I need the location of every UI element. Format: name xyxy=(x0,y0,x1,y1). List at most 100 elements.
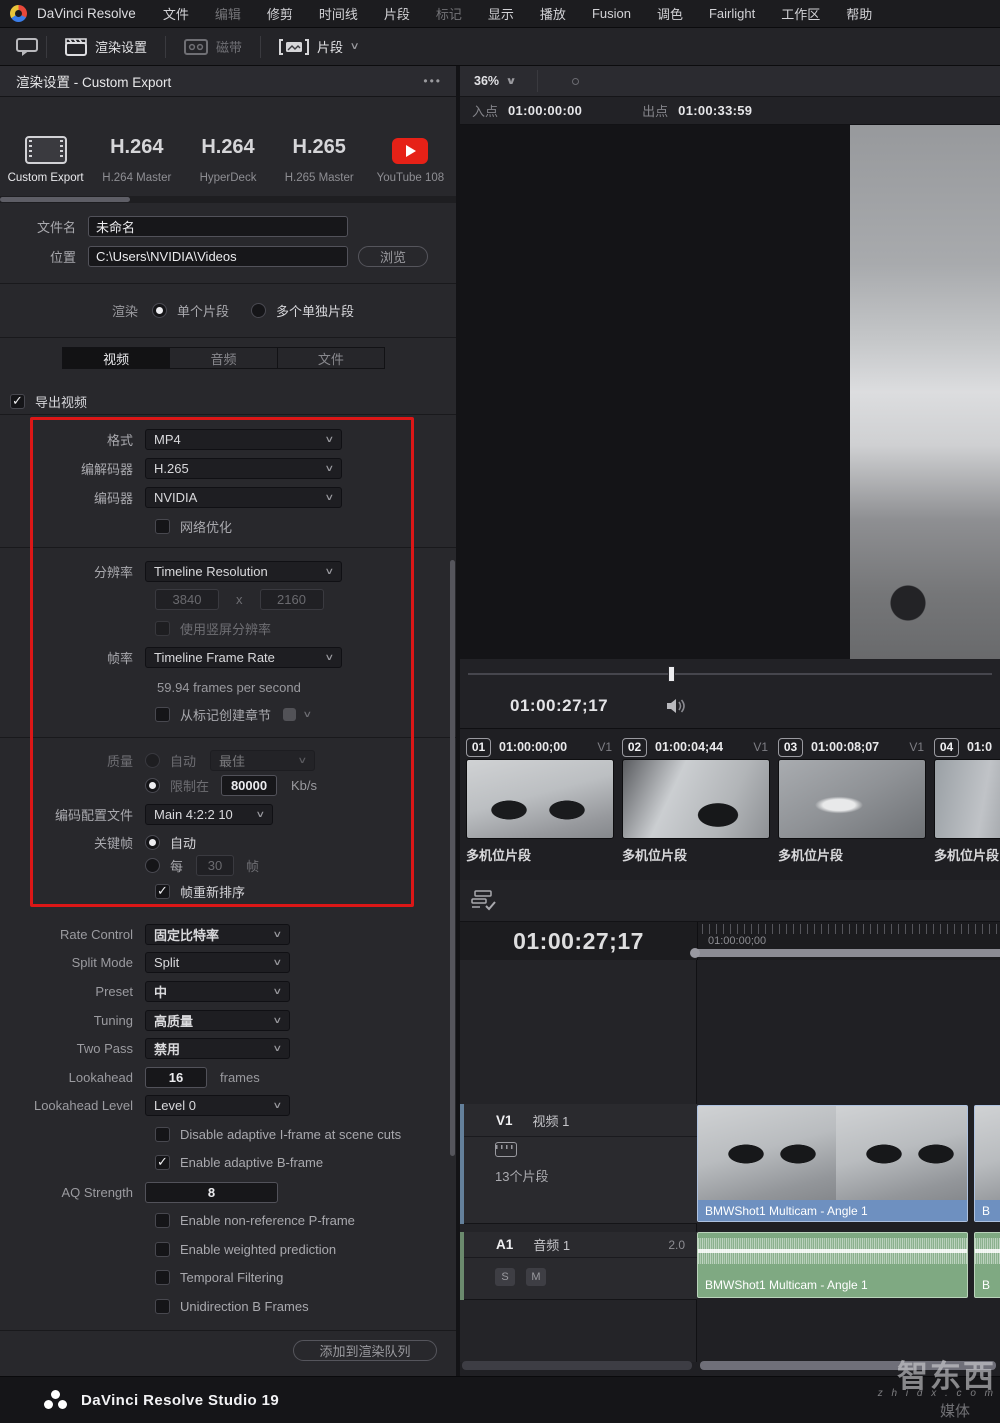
audio-clip[interactable]: BMWShot1 Multicam - Angle 1 xyxy=(697,1232,968,1298)
aq-strength-input[interactable] xyxy=(145,1182,278,1203)
tape-button[interactable]: 磁带 xyxy=(174,28,252,65)
marker-color-icon[interactable] xyxy=(283,708,296,721)
timeline-ruler[interactable]: 01:00:00;00 xyxy=(697,922,1000,960)
speaker-icon[interactable] xyxy=(666,698,686,714)
filename-input[interactable] xyxy=(88,216,348,237)
tuning-select[interactable]: 高质量 ∨ xyxy=(145,1010,290,1031)
menu-item-help[interactable]: 帮助 xyxy=(833,4,885,23)
resolution-width-input[interactable] xyxy=(155,589,219,610)
viewer-scrubber[interactable] xyxy=(460,659,1000,683)
video-viewer[interactable] xyxy=(460,125,1000,659)
menu-item-file[interactable]: 文件 xyxy=(150,4,202,23)
render-panel-scrollbar[interactable] xyxy=(450,560,455,1156)
rate-control-select[interactable]: 固定比特率 ∨ xyxy=(145,924,290,945)
export-video-checkbox[interactable] xyxy=(10,394,25,409)
app-logo-icon[interactable] xyxy=(10,5,27,22)
single-viewer-icon[interactable] xyxy=(16,38,38,56)
mute-button[interactable]: M xyxy=(526,1268,546,1286)
preset-custom-export[interactable]: Custom Export xyxy=(0,110,91,190)
clip-thumbnail[interactable] xyxy=(934,759,1000,839)
video-clip-partial[interactable]: B xyxy=(974,1105,1000,1222)
tab-video[interactable]: 视频 xyxy=(63,348,170,368)
scrubber-playhead[interactable] xyxy=(668,666,675,682)
chevron-down-icon[interactable]: ∨ xyxy=(302,709,312,720)
preset-youtube[interactable]: YouTube 108 xyxy=(365,110,456,190)
keyframes-every-radio[interactable] xyxy=(145,858,160,873)
multicam-clip-2[interactable]: 02 01:00:04;44 V1 多机位片段 xyxy=(622,735,770,880)
track-header-scrollbar[interactable] xyxy=(462,1361,692,1370)
multicam-clip-3[interactable]: 03 01:00:08;07 V1 多机位片段 xyxy=(778,735,926,880)
menu-item-trim[interactable]: 修剪 xyxy=(254,4,306,23)
video-clip[interactable]: BMWShot1 Multicam - Angle 1 xyxy=(697,1105,968,1222)
adaptive-iframe-checkbox[interactable] xyxy=(155,1127,170,1142)
add-to-render-queue-button[interactable]: 添加到渲染队列 xyxy=(293,1340,437,1361)
network-optimization-checkbox[interactable] xyxy=(155,519,170,534)
adaptive-bframe-checkbox[interactable] xyxy=(155,1155,170,1170)
quality-auto-select[interactable]: 最佳 ∨ xyxy=(210,750,315,771)
menu-item-clip[interactable]: 片段 xyxy=(371,4,423,23)
menu-item-playback[interactable]: 播放 xyxy=(527,4,579,23)
encoding-profile-select[interactable]: Main 4:2:2 10 ∨ xyxy=(145,804,273,825)
timeline-horizontal-scrollbar[interactable] xyxy=(700,1361,996,1370)
menu-item-edit[interactable]: 编辑 xyxy=(202,4,254,23)
frame-reordering-checkbox[interactable] xyxy=(155,884,170,899)
preset-h265-master[interactable]: H.265 H.265 Master xyxy=(274,110,365,190)
menu-item-workspace[interactable]: 工作区 xyxy=(768,4,833,23)
codec-select[interactable]: H.265 ∨ xyxy=(145,458,342,479)
quality-restrict-radio[interactable] xyxy=(145,778,160,793)
tab-file[interactable]: 文件 xyxy=(278,348,384,368)
multicam-clip-4[interactable]: 04 01:0 多机位片段 xyxy=(934,735,1000,880)
viewer-zoom-select[interactable]: 36% ∨ xyxy=(460,74,529,88)
menu-item-timeline[interactable]: 时间线 xyxy=(306,4,371,23)
clip-thumbnail[interactable] xyxy=(466,759,614,839)
menu-item-fairlight[interactable]: Fairlight xyxy=(696,6,768,21)
presets-scrollbar[interactable] xyxy=(0,196,456,203)
preset-select[interactable]: 中 ∨ xyxy=(145,981,290,1002)
preset-hyperdeck[interactable]: H.264 HyperDeck xyxy=(182,110,273,190)
temporal-filtering-checkbox[interactable] xyxy=(155,1270,170,1285)
browse-button[interactable]: 浏览 xyxy=(358,246,428,267)
individual-clips-radio[interactable] xyxy=(251,303,266,318)
video-track-header[interactable]: V1 视频 1 13个片段 xyxy=(464,1104,697,1224)
two-pass-select[interactable]: 禁用 ∨ xyxy=(145,1038,290,1059)
menu-item-color[interactable]: 调色 xyxy=(644,4,696,23)
clip-mode-button[interactable]: 片段 ∨ xyxy=(269,28,368,65)
lookahead-level-select[interactable]: Level 0 ∨ xyxy=(145,1095,290,1116)
chapters-checkbox[interactable] xyxy=(155,707,170,722)
resolution-select[interactable]: Timeline Resolution ∨ xyxy=(145,561,342,582)
split-mode-select[interactable]: Split ∨ xyxy=(145,952,290,973)
frame-rate-select[interactable]: Timeline Frame Rate ∨ xyxy=(145,647,342,668)
single-clip-radio[interactable] xyxy=(152,303,167,318)
audio-clip-partial[interactable]: B xyxy=(974,1232,1000,1298)
quality-auto-radio[interactable] xyxy=(145,753,160,768)
checklist-icon[interactable] xyxy=(471,890,497,912)
weighted-prediction-checkbox[interactable] xyxy=(155,1242,170,1257)
unidirection-bframes-checkbox[interactable] xyxy=(155,1299,170,1314)
menu-item-fusion[interactable]: Fusion xyxy=(579,6,644,21)
render-settings-button[interactable]: 渲染设置 xyxy=(55,28,157,65)
bitrate-input[interactable] xyxy=(221,775,277,796)
tab-audio[interactable]: 音频 xyxy=(170,348,277,368)
vertical-resolution-checkbox[interactable] xyxy=(155,621,170,636)
single-clip-label: 单个片段 xyxy=(177,301,229,320)
non-reference-pframe-checkbox[interactable] xyxy=(155,1213,170,1228)
clip-thumbnail[interactable] xyxy=(778,759,926,839)
presets-scrollbar-thumb[interactable] xyxy=(0,197,130,202)
lookahead-input[interactable] xyxy=(145,1067,207,1088)
menu-item-view[interactable]: 显示 xyxy=(475,4,527,23)
audio-track-header[interactable]: A1 音频 1 2.0 S M xyxy=(464,1232,697,1300)
format-select[interactable]: MP4 ∨ xyxy=(145,429,342,450)
solo-button[interactable]: S xyxy=(495,1268,515,1286)
encoder-select[interactable]: NVIDIA ∨ xyxy=(145,487,342,508)
location-input[interactable] xyxy=(88,246,348,267)
resolution-height-input[interactable] xyxy=(260,589,324,610)
options-menu-icon[interactable]: ••• xyxy=(423,74,442,88)
scrubber-track[interactable] xyxy=(468,673,992,675)
preset-h264-master[interactable]: H.264 H.264 Master xyxy=(91,110,182,190)
menu-item-mark[interactable]: 标记 xyxy=(423,4,475,23)
keyframes-interval-input[interactable] xyxy=(196,855,234,876)
keyframes-auto-radio[interactable] xyxy=(145,835,160,850)
clip-thumbnail[interactable] xyxy=(622,759,770,839)
multicam-clip-1[interactable]: 01 01:00:00;00 V1 多机位片段 xyxy=(466,735,614,880)
timeline-zoom-scrollbar[interactable] xyxy=(692,949,1000,957)
